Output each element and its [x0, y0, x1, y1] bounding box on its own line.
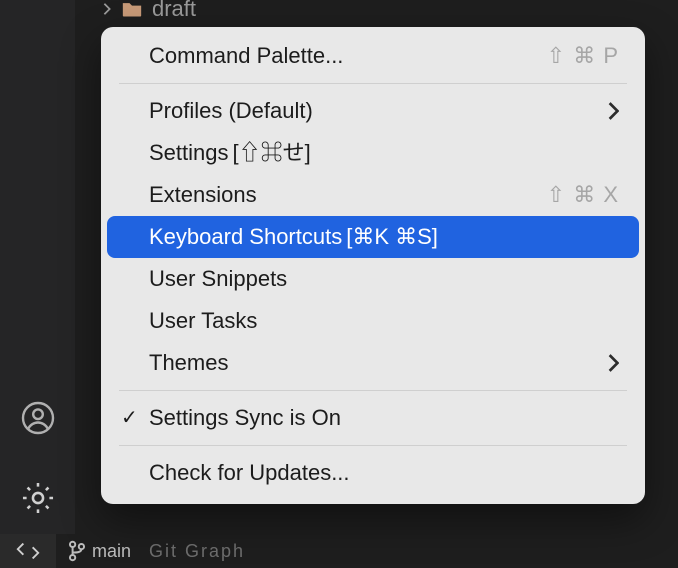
accounts-icon[interactable] [14, 394, 62, 442]
menu-keyboard-shortcuts[interactable]: Keyboard Shortcuts [⌘K ⌘S] [107, 216, 639, 258]
menu-label: Settings [149, 142, 229, 164]
gear-icon[interactable] [14, 474, 62, 522]
status-bar: main Git Graph [0, 534, 678, 568]
remote-button[interactable] [0, 534, 56, 568]
activity-bar [0, 0, 75, 568]
menu-label: Keyboard Shortcuts [149, 226, 342, 248]
menu-label: Profiles (Default) [149, 100, 313, 122]
menu-separator [119, 390, 627, 391]
menu-label: Command Palette... [149, 45, 343, 67]
check-icon: ✓ [121, 408, 138, 428]
menu-user-snippets[interactable]: User Snippets [107, 258, 639, 300]
menu-shortcut: ⇧ ⌘ P [547, 45, 619, 67]
menu-inline-shortcut: [⇧⌘せ] [233, 142, 311, 164]
branch-indicator[interactable]: main [68, 540, 131, 562]
settings-context-menu: Command Palette... ⇧ ⌘ P Profiles (Defau… [101, 27, 645, 504]
menu-separator [119, 83, 627, 84]
chevron-right-icon [100, 2, 114, 16]
menu-check-updates[interactable]: Check for Updates... [107, 452, 639, 494]
menu-label: Check for Updates... [149, 462, 350, 484]
menu-label: Extensions [149, 184, 257, 206]
menu-separator [119, 445, 627, 446]
menu-inline-shortcut: [⌘K ⌘S] [346, 226, 438, 248]
folder-icon [122, 0, 152, 18]
explorer-item-draft[interactable]: draft [100, 0, 196, 22]
menu-settings-sync[interactable]: ✓ Settings Sync is On [107, 397, 639, 439]
menu-label: Settings Sync is On [149, 407, 341, 429]
chevron-right-icon [607, 102, 619, 120]
menu-label: User Tasks [149, 310, 257, 332]
menu-settings[interactable]: Settings [⇧⌘せ] [107, 132, 639, 174]
menu-profiles[interactable]: Profiles (Default) [107, 90, 639, 132]
branch-name: main [92, 541, 131, 562]
menu-label: User Snippets [149, 268, 287, 290]
menu-themes[interactable]: Themes [107, 342, 639, 384]
menu-label: Themes [149, 352, 228, 374]
menu-extensions[interactable]: Extensions ⇧ ⌘ X [107, 174, 639, 216]
menu-shortcut: ⇧ ⌘ X [547, 184, 619, 206]
file-label: draft [152, 0, 196, 22]
statusbar-trailing: Git Graph [149, 541, 245, 562]
menu-user-tasks[interactable]: User Tasks [107, 300, 639, 342]
menu-command-palette[interactable]: Command Palette... ⇧ ⌘ P [107, 35, 639, 77]
chevron-right-icon [607, 354, 619, 372]
